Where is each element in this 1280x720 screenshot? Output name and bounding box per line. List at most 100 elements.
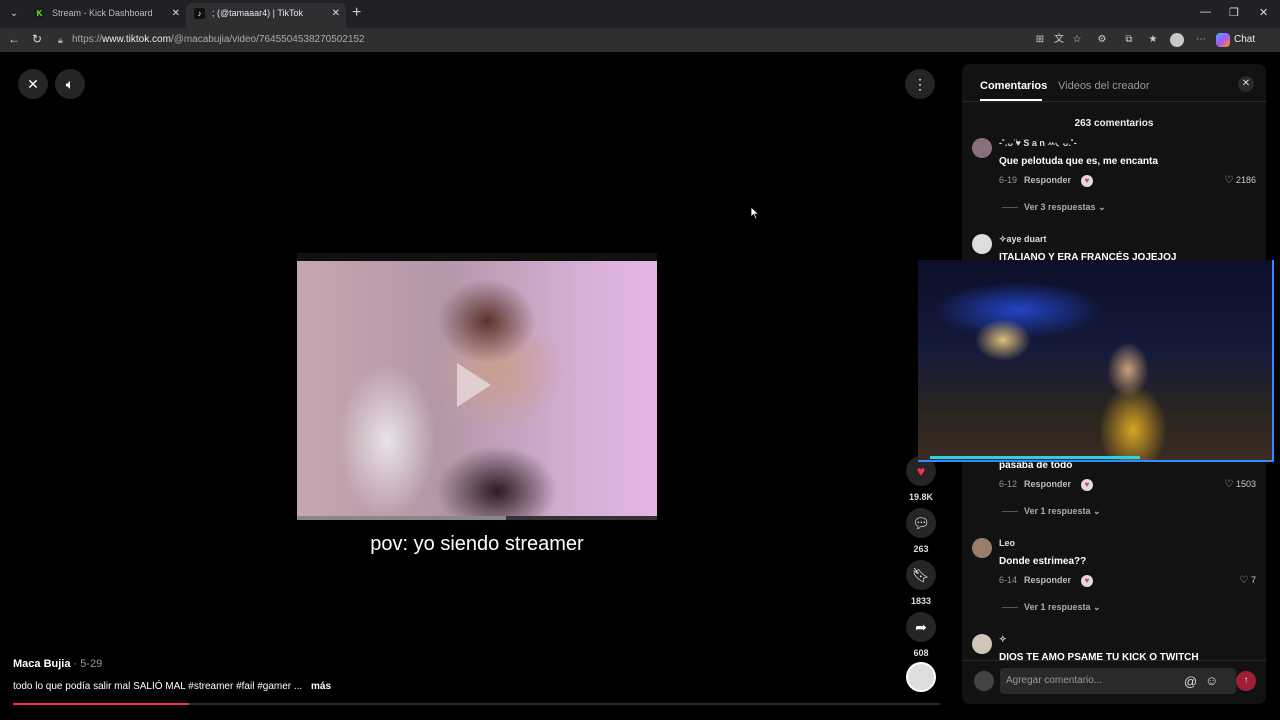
comment-text: Que pelotuda que es, me encanta — [999, 156, 1158, 167]
close-video-button[interactable]: ✕ — [18, 69, 48, 99]
post-description: todo lo que podía salir mal SALIÓ MAL #s… — [13, 681, 303, 692]
save-count: 1833 — [910, 596, 932, 606]
translate-icon[interactable]: 文 — [1053, 34, 1065, 46]
more-menu-icon[interactable]: ⋯ — [1195, 34, 1207, 46]
minimize-icon[interactable]: — — [1200, 6, 1211, 18]
tab-actions-menu-icon[interactable]: ⌄ — [4, 4, 24, 24]
reload-icon[interactable]: ↻ — [32, 32, 42, 46]
close-tab-icon[interactable]: ✕ — [332, 3, 340, 24]
copilot-chat-button[interactable]: Chat — [1216, 32, 1255, 48]
post-author-line: Maca Bujia · 5-29 — [13, 658, 102, 670]
comment-username[interactable]: Leo — [999, 538, 1015, 548]
bookmark-icon[interactable]: 🔖︎ — [906, 560, 936, 590]
volume-button[interactable]: 🔈︎ — [55, 69, 85, 99]
address-bar: ← ↻ 🔒︎ https://www.tiktok.com/@macabujia… — [0, 28, 1280, 52]
tab-creator-videos[interactable]: Videos del creador — [1058, 80, 1150, 92]
tiktok-icon: ♪ — [194, 8, 205, 19]
comment-username[interactable]: ✧ — [999, 634, 1007, 645]
close-tab-icon[interactable]: ✕ — [172, 3, 180, 24]
avatar[interactable] — [972, 234, 992, 254]
send-icon[interactable]: ↑ — [1236, 671, 1256, 691]
comment-date: 6-12 — [999, 479, 1018, 489]
webcam-overlay — [918, 260, 1274, 462]
comment-input[interactable]: Agregar comentario... — [1000, 668, 1236, 694]
close-panel-icon[interactable]: ✕ — [1238, 76, 1254, 92]
comment-like-count: 7 — [1250, 575, 1256, 585]
favorites-icon[interactable]: ★ — [1147, 34, 1159, 46]
more-options-button[interactable]: ⋮ — [905, 69, 935, 99]
browser-tab-bar: ⌄ K Stream - Kick Dashboard ✕ ♪ ; (@tama… — [0, 0, 1280, 28]
post-date: · 5-29 — [73, 658, 103, 670]
mouse-cursor-icon — [750, 206, 760, 220]
url-path: /@macabujia/video/7645504538270502152 — [170, 34, 365, 45]
comment-username[interactable]: ✧aye duart — [999, 234, 1047, 245]
creator-liked-icon: ♥ — [1081, 575, 1093, 587]
like-action[interactable]: ♥ 19.8K — [906, 456, 936, 502]
save-action[interactable]: 🔖︎ 1833 — [906, 560, 936, 606]
tab-title: Stream - Kick Dashboard — [52, 8, 153, 18]
view-replies-button[interactable]: Ver 1 respuesta ⌄ — [1002, 506, 1101, 517]
video-progress-bar[interactable] — [297, 516, 657, 520]
comment-like-count: 2186 — [1235, 175, 1256, 185]
reply-button[interactable]: Responder — [1024, 175, 1071, 185]
playback-progress-bar[interactable] — [13, 703, 940, 705]
mention-icon[interactable]: @ — [1184, 674, 1197, 689]
share-icon[interactable]: ➦ — [906, 612, 936, 642]
new-tab-button[interactable]: + — [352, 4, 361, 22]
creator-liked-icon: ♥ — [1081, 175, 1093, 187]
site-info-icon[interactable]: 🔒︎ — [58, 30, 63, 50]
reply-button[interactable]: Responder — [1024, 479, 1071, 489]
play-icon[interactable] — [457, 363, 491, 407]
tab-kick-dashboard[interactable]: K Stream - Kick Dashboard ✕ — [26, 3, 186, 28]
copilot-icon — [1216, 33, 1230, 47]
url-host: www.tiktok.com — [102, 34, 171, 45]
heart-outline-icon: ♡ — [1224, 175, 1234, 186]
emoji-icon[interactable]: ☺ — [1205, 673, 1218, 688]
more-link[interactable]: más — [311, 681, 331, 692]
comment-like-button[interactable]: ♡ 2186 — [1224, 175, 1256, 186]
video-player[interactable] — [297, 253, 657, 520]
view-replies-label: Ver 1 respuesta — [1024, 602, 1091, 612]
extensions-icon[interactable]: ⚙ — [1096, 34, 1108, 46]
reply-button[interactable]: Responder — [1024, 575, 1071, 585]
comment-like-count: 1503 — [1235, 479, 1256, 489]
comment-composer: Agregar comentario... @ ☺ ↑ — [962, 660, 1266, 704]
view-replies-button[interactable]: Ver 3 respuestas ⌄ — [1002, 202, 1106, 213]
comment-count: 263 — [913, 544, 929, 554]
close-window-icon[interactable]: ✕ — [1259, 6, 1268, 19]
url-field[interactable]: 🔒︎ https://www.tiktok.com/@macabujia/vid… — [52, 30, 1204, 50]
creator-avatar[interactable] — [906, 662, 936, 692]
video-progress-fill — [297, 516, 506, 520]
app-available-icon[interactable]: ⊞ — [1034, 34, 1046, 46]
avatar[interactable] — [972, 138, 992, 158]
avatar[interactable] — [972, 634, 992, 654]
comment-date: 6-14 — [999, 575, 1018, 585]
comment-action[interactable]: 💬︎ 263 — [906, 508, 936, 554]
url-prefix: https:// — [72, 34, 103, 45]
author-name[interactable]: Maca Bujia — [13, 658, 70, 670]
kick-icon: K — [34, 8, 45, 19]
share-action[interactable]: ➦ 608 — [906, 612, 936, 658]
avatar[interactable] — [972, 538, 992, 558]
video-caption: pov: yo siendo streamer — [370, 533, 584, 555]
view-replies-label: Ver 3 respuestas — [1024, 202, 1096, 212]
heart-outline-icon: ♡ — [1224, 479, 1234, 490]
profile-avatar[interactable] — [1170, 33, 1184, 47]
like-count: 19.8K — [908, 492, 934, 502]
comment-like-button[interactable]: ♡ 7 — [1240, 575, 1257, 586]
split-screen-icon[interactable]: ⧉ — [1123, 34, 1135, 46]
back-icon[interactable]: ← — [8, 32, 20, 46]
comment-count-label: 263 comentarios — [1074, 118, 1154, 129]
comment-like-button[interactable]: ♡ 1503 — [1224, 479, 1256, 490]
tab-tiktok[interactable]: ♪ ; (@tamaaar4) | TikTok ✕ — [186, 3, 346, 28]
comment-icon[interactable]: 💬︎ — [906, 508, 936, 538]
tab-comments[interactable]: Comentarios — [980, 80, 1047, 92]
favorite-star-icon[interactable]: ☆ — [1071, 34, 1083, 46]
tab-title: ; (@tamaaar4) | TikTok — [212, 8, 303, 18]
view-replies-label: Ver 1 respuesta — [1024, 506, 1091, 516]
avatar — [974, 671, 994, 691]
comment-username[interactable]: -˚.ᴗ ̈♥ S a n ꕀ◟ᴗ.˚- — [999, 138, 1077, 149]
view-replies-button[interactable]: Ver 1 respuesta ⌄ — [1002, 602, 1101, 613]
restore-icon[interactable]: ❐ — [1229, 6, 1239, 19]
heart-outline-icon: ♡ — [1239, 575, 1249, 586]
